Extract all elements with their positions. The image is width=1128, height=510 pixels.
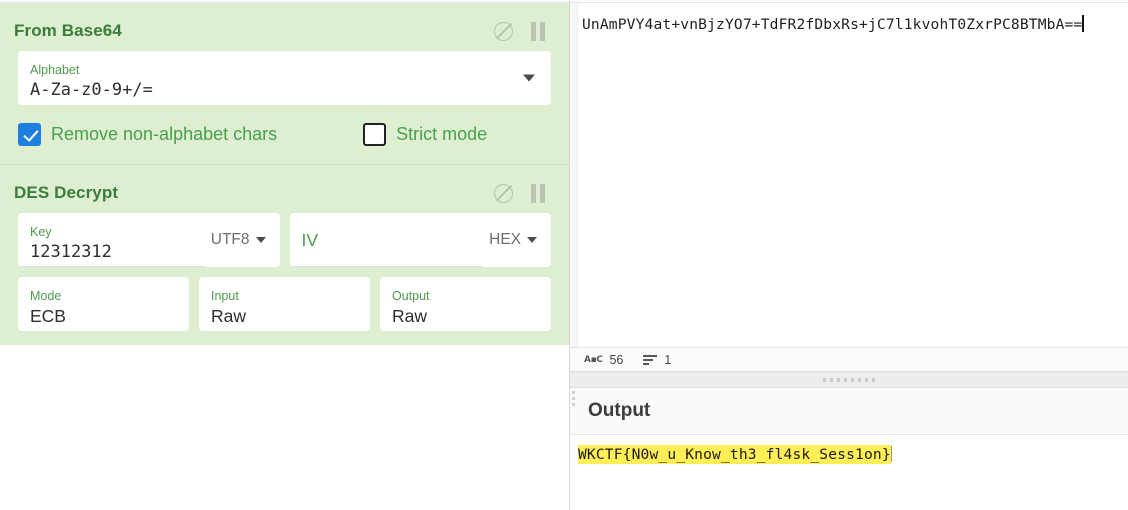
input-format-field[interactable]: Input Raw [199, 277, 370, 331]
chevron-down-icon[interactable] [527, 237, 537, 243]
operation-from-base64[interactable]: From Base64 Alphabet A-Za-z0-9+/= Remove… [0, 3, 569, 164]
output-text-value: WKCTF{N0w_u_Know_th3_fl4sk_Sess1on} [578, 445, 891, 464]
cyberchef-window: From Base64 Alphabet A-Za-z0-9+/= Remove… [0, 0, 1128, 510]
iv-encoding-dropdown[interactable]: HEX [483, 213, 551, 267]
iv-field[interactable]: IV HEX [289, 213, 551, 267]
strict-mode-label: Strict mode [396, 124, 488, 144]
operation-title: From Base64 [14, 21, 122, 40]
output-body[interactable]: WKCTF{N0w_u_Know_th3_fl4sk_Sess1on} [570, 435, 1128, 510]
output-text: WKCTF{N0w_u_Know_th3_fl4sk_Sess1on} [578, 445, 893, 464]
input-editor[interactable]: UnAmPVY4at+vnBjzYO7+TdFR2fDbxRs+jC7l1kvo… [570, 3, 1128, 347]
operation-list: From Base64 Alphabet A-Za-z0-9+/= Remove… [0, 3, 569, 345]
input-format-value: Raw [211, 305, 247, 326]
mode-field[interactable]: Mode ECB [18, 277, 189, 331]
pause-icon[interactable] [531, 21, 547, 41]
output-title: Output [588, 400, 651, 421]
key-value: 12312312 [30, 241, 112, 262]
operation-header: DES Decrypt [0, 165, 569, 213]
key-encoding-value: UTF8 [210, 231, 250, 248]
iv-label: IV [301, 230, 319, 250]
base64-checkbox-row: Remove non-alphabet chars Strict mode [0, 105, 569, 150]
output-panel: Output WKCTF{N0w_u_Know_th3_fl4sk_Sess1o… [570, 388, 1128, 510]
output-format-label: Output [392, 288, 430, 303]
output-header: Output [570, 388, 1128, 435]
io-panel: UnAmPVY4at+vnBjzYO7+TdFR2fDbxRs+jC7l1kvo… [570, 0, 1128, 510]
key-encoding-dropdown[interactable]: UTF8 [205, 213, 280, 267]
operation-title: DES Decrypt [14, 183, 119, 202]
char-count-value: 56 [609, 352, 624, 367]
operation-des-decrypt[interactable]: DES Decrypt Key 12312312 UTF8 IV HEX Mod… [0, 164, 569, 345]
input-text[interactable]: UnAmPVY4at+vnBjzYO7+TdFR2fDbxRs+jC7l1kvo… [578, 3, 1128, 347]
input-status-bar: A▪C 56 1 [570, 347, 1128, 372]
mode-input-output-row: Mode ECB Input Raw Output Raw [0, 277, 569, 331]
input-gutter [570, 3, 578, 347]
char-count-group: A▪C 56 [578, 353, 637, 367]
remove-non-alphabet-checkbox[interactable]: Remove non-alphabet chars [18, 123, 277, 146]
checkbox-checked-icon[interactable] [18, 123, 41, 146]
disable-icon[interactable] [494, 21, 513, 41]
text-cursor [1082, 15, 1084, 32]
operation-header: From Base64 [0, 3, 569, 51]
key-iv-row: Key 12312312 UTF8 IV HEX [0, 213, 569, 267]
pause-icon[interactable] [531, 183, 547, 203]
drag-handle-icon[interactable] [823, 377, 875, 382]
io-splitter[interactable] [570, 372, 1128, 388]
lines-icon [643, 354, 658, 365]
disable-icon[interactable] [494, 183, 513, 203]
output-grip-icon[interactable] [572, 391, 575, 406]
iv-encoding-value: HEX [489, 231, 521, 248]
alphabet-select[interactable]: Alphabet A-Za-z0-9+/= [18, 51, 551, 105]
output-format-field[interactable]: Output Raw [380, 277, 551, 331]
alphabet-value: A-Za-z0-9+/= [30, 79, 153, 100]
key-field[interactable]: Key 12312312 UTF8 [18, 213, 280, 267]
chevron-down-icon[interactable] [255, 237, 266, 243]
mode-value: ECB [30, 305, 66, 326]
chevron-down-icon[interactable] [523, 74, 535, 82]
key-label: Key [30, 224, 52, 239]
abc-icon: A▪C [584, 354, 603, 365]
alphabet-label: Alphabet [30, 62, 80, 77]
operation-controls [494, 183, 547, 203]
recipe-panel: From Base64 Alphabet A-Za-z0-9+/= Remove… [0, 0, 570, 510]
line-count-value: 1 [664, 352, 672, 367]
mode-label: Mode [30, 288, 62, 303]
input-format-label: Input [211, 288, 239, 303]
checkbox-unchecked-icon[interactable] [363, 123, 387, 146]
output-format-value: Raw [392, 305, 428, 326]
input-text-value: UnAmPVY4at+vnBjzYO7+TdFR2fDbxRs+jC7l1kvo… [582, 16, 1083, 33]
output-cursor [890, 446, 893, 462]
strict-mode-checkbox[interactable]: Strict mode [363, 123, 487, 146]
operation-controls [494, 21, 547, 41]
line-count-group: 1 [637, 353, 685, 367]
remove-non-alphabet-label: Remove non-alphabet chars [51, 124, 278, 144]
